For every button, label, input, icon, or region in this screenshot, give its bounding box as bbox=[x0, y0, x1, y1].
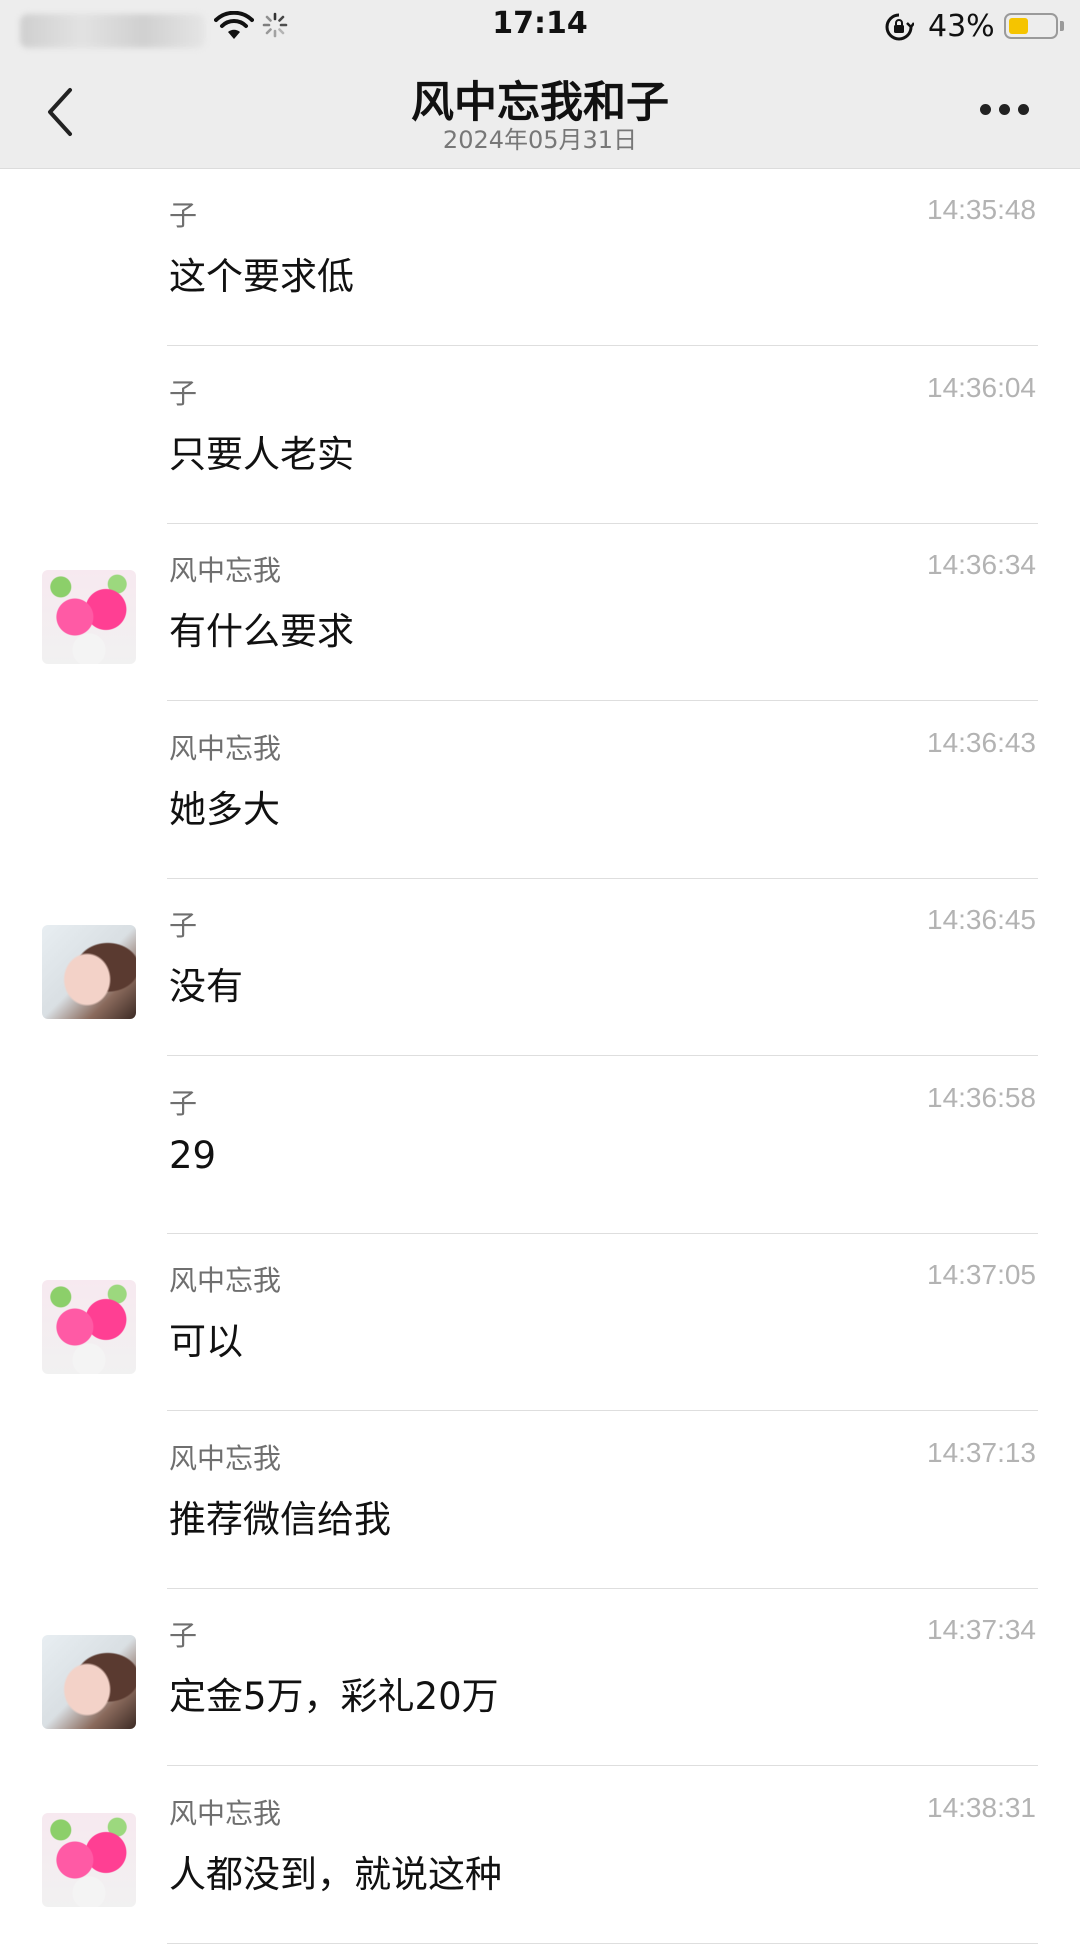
message-history-list[interactable]: 子 14:35:48 这个要求低子 14:36:04 只要人老实 风中忘我 14:36:34… bbox=[0, 168, 1080, 1944]
message-item[interactable]: 风中忘我 14:37:13 推荐微信给我 bbox=[0, 1411, 1080, 1589]
chat-header: 风中忘我和子 2024年05月31日 bbox=[0, 58, 1080, 169]
message-sender: 子 bbox=[169, 199, 198, 232]
message-item[interactable]: 子 14:36:04 只要人老实 bbox=[0, 346, 1080, 524]
avatar[interactable] bbox=[42, 1635, 136, 1729]
message-text: 她多大 bbox=[169, 787, 280, 831]
message-text: 没有 bbox=[169, 965, 243, 1008]
rotation-lock-icon bbox=[885, 13, 914, 41]
message-timestamp: 14:36:04 bbox=[927, 371, 1036, 403]
avatar[interactable] bbox=[42, 925, 136, 1019]
message-text: 可以 bbox=[169, 1320, 243, 1363]
message-item[interactable]: 子 14:36:58 29 bbox=[0, 1056, 1080, 1234]
message-sender: 子 bbox=[169, 376, 198, 410]
message-timestamp: 14:37:34 bbox=[927, 1614, 1036, 1645]
dot bbox=[1018, 104, 1029, 115]
battery-cap bbox=[1060, 21, 1064, 31]
message-sender: 风中忘我 bbox=[169, 1796, 282, 1830]
message-text: 有什么要求 bbox=[169, 610, 354, 653]
message-timestamp: 14:36:34 bbox=[927, 549, 1036, 580]
message-text: 29 bbox=[169, 1133, 217, 1177]
more-dots-icon[interactable] bbox=[978, 100, 1032, 120]
message-timestamp: 14:36:43 bbox=[927, 726, 1036, 758]
message-sender: 子 bbox=[169, 1086, 198, 1120]
status-bar: 17:14 43% bbox=[0, 0, 1080, 58]
message-item[interactable]: 子 14:35:48 这个要求低 bbox=[0, 168, 1080, 346]
message-item[interactable]: 子 14:36:45 没有 bbox=[0, 878, 1080, 1056]
message-text: 只要人老实 bbox=[169, 432, 354, 476]
message-sender: 子 bbox=[169, 1619, 198, 1652]
message-text: 推荐微信给我 bbox=[169, 1497, 391, 1541]
message-item[interactable]: 子 14:37:34 定金5万，彩礼20万 bbox=[0, 1588, 1080, 1766]
message-item[interactable]: 风中忘我 14:38:31 人都没到，就说这种 bbox=[0, 1766, 1080, 1944]
message-timestamp: 14:38:31 bbox=[927, 1791, 1036, 1823]
message-timestamp: 14:36:58 bbox=[927, 1081, 1036, 1113]
dot bbox=[999, 104, 1010, 115]
message-text: 定金5万，彩礼20万 bbox=[169, 1675, 499, 1718]
message-timestamp: 14:37:05 bbox=[927, 1259, 1036, 1290]
message-text: 这个要求低 bbox=[169, 255, 354, 298]
status-time: 17:14 bbox=[492, 6, 588, 41]
message-timestamp: 14:37:13 bbox=[927, 1436, 1036, 1468]
message-divider bbox=[167, 1942, 1038, 1944]
message-sender: 风中忘我 bbox=[169, 731, 282, 765]
message-text: 人都没到，就说这种 bbox=[169, 1852, 502, 1896]
battery-icon bbox=[1004, 13, 1058, 39]
battery-level-fill bbox=[1009, 18, 1028, 34]
message-sender: 子 bbox=[169, 909, 198, 942]
avatar[interactable] bbox=[42, 570, 136, 664]
avatar[interactable] bbox=[42, 1280, 136, 1374]
dot bbox=[980, 104, 991, 115]
message-item[interactable]: 风中忘我 14:37:05 可以 bbox=[0, 1233, 1080, 1411]
battery-percent: 43% bbox=[928, 9, 995, 44]
message-sender: 风中忘我 bbox=[169, 554, 282, 587]
avatar[interactable] bbox=[42, 1812, 136, 1907]
message-item[interactable]: 风中忘我 14:36:43 她多大 bbox=[0, 701, 1080, 879]
message-item[interactable]: 风中忘我 14:36:34 有什么要求 bbox=[0, 523, 1080, 701]
chat-date: 2024年05月31日 bbox=[442, 126, 638, 154]
message-sender: 风中忘我 bbox=[169, 1264, 282, 1297]
message-sender: 风中忘我 bbox=[169, 1441, 282, 1475]
message-timestamp: 14:36:45 bbox=[927, 904, 1036, 935]
message-timestamp: 14:35:48 bbox=[927, 194, 1036, 225]
